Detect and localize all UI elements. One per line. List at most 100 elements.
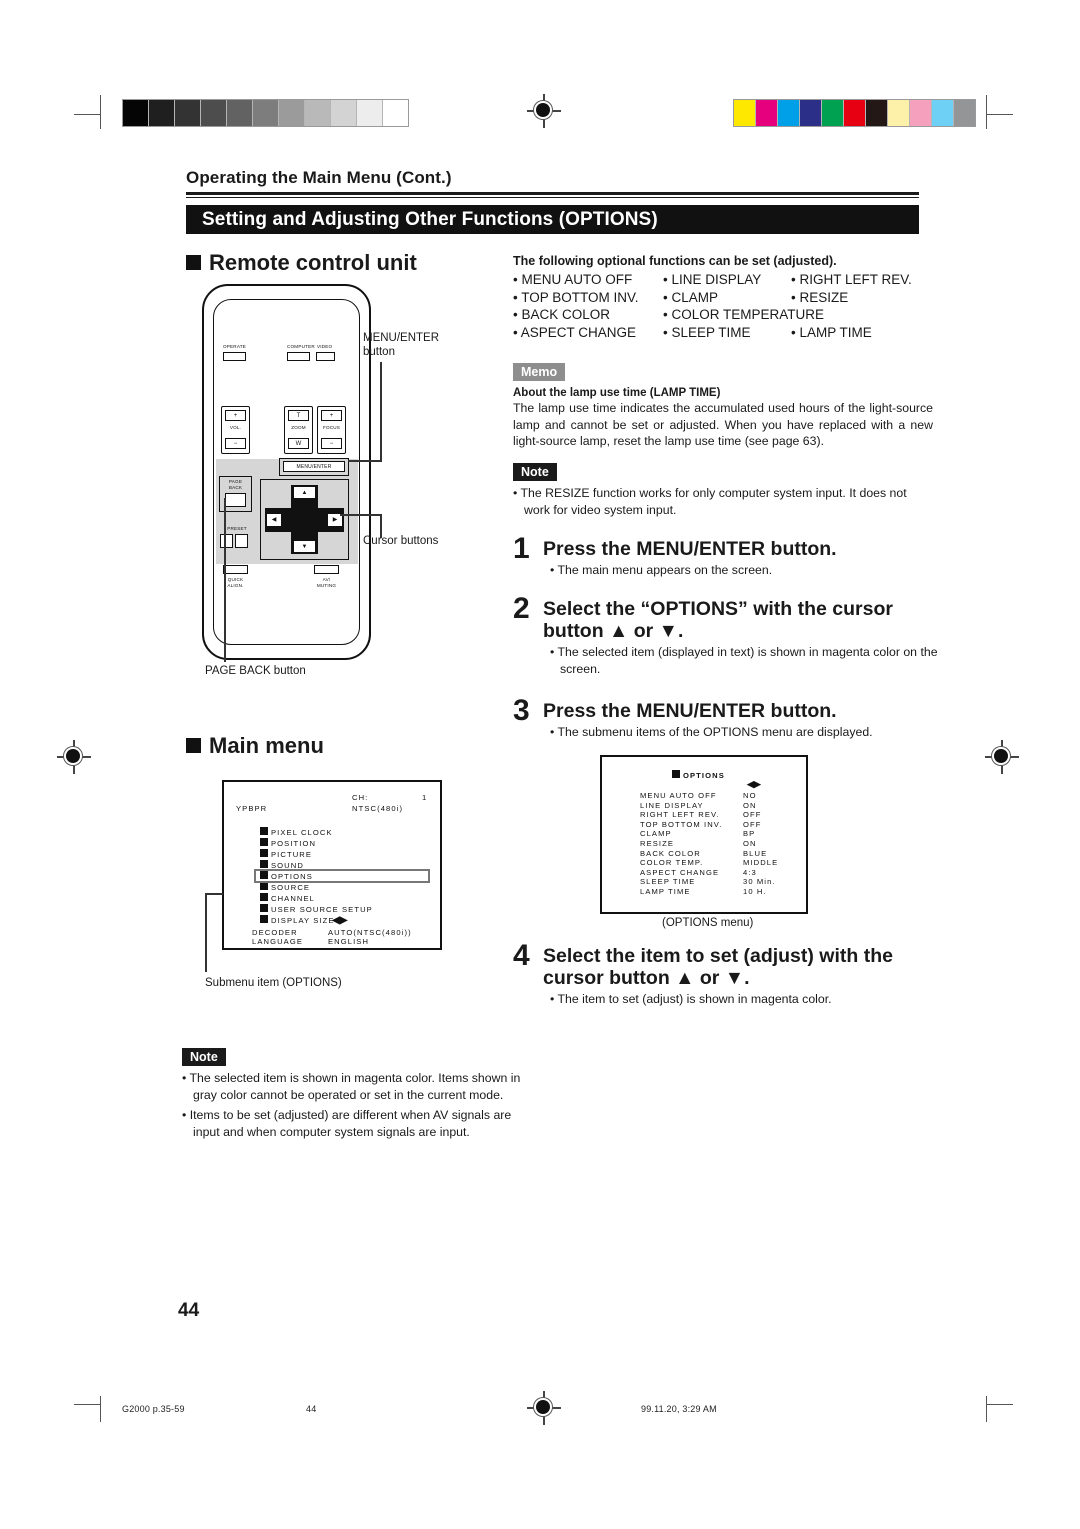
color-swatch-2	[778, 100, 800, 126]
optional-function-item: • CLAMP	[663, 289, 718, 305]
quick-align-button[interactable]	[223, 565, 248, 574]
zoom-t-label: T	[296, 412, 301, 419]
optional-function-item: • COLOR TEMPERATURE	[663, 307, 824, 322]
grey-swatch-6	[279, 100, 305, 126]
optional-function-item: • BACK COLOR	[513, 307, 610, 322]
options-row-value[interactable]: OFF	[743, 810, 761, 819]
leader-cursor-h	[340, 514, 382, 516]
menu-box-icon	[260, 838, 268, 846]
options-row-value[interactable]: 30 Min.	[743, 877, 776, 886]
options-row-label[interactable]: ASPECT CHANGE	[640, 868, 719, 877]
main-menu-item[interactable]: PIXEL CLOCK	[260, 827, 333, 837]
zoom-tele-button[interactable]: T	[288, 410, 309, 421]
main-menu-item[interactable]: POSITION	[260, 838, 316, 848]
callout-menu-enter: MENU/ENTER button	[363, 332, 440, 359]
video-label: VIDEO	[317, 344, 333, 349]
step-1-heading: Press the MENU/ENTER button.	[543, 538, 837, 560]
options-row-value[interactable]: 10 H.	[743, 887, 767, 896]
options-row-label[interactable]: MENU AUTO OFF	[640, 791, 717, 800]
focus-plus-button[interactable]: +	[321, 410, 342, 421]
grey-swatch-8	[331, 100, 357, 126]
main-menu-item[interactable]: DISPLAY SIZE	[260, 915, 335, 925]
header-rule-thick	[186, 192, 919, 195]
grey-swatch-7	[305, 100, 331, 126]
grey-swatch-10	[383, 100, 408, 126]
color-swatch-1	[756, 100, 778, 126]
main-menu-item-label: PIXEL CLOCK	[271, 828, 333, 837]
options-osd-arrows: ◀▶	[747, 779, 761, 789]
main-menu-decoder-value: AUTO(NTSC(480i))	[328, 928, 412, 937]
main-menu-item[interactable]: USER SOURCE SETUP	[260, 904, 373, 914]
step-2-number: 2	[513, 592, 530, 625]
menu-box-icon	[260, 882, 268, 890]
options-row-label[interactable]: COLOR TEMP.	[640, 858, 703, 867]
cursor-down-button[interactable]: ▼	[293, 540, 316, 553]
step-4-number: 4	[513, 939, 530, 972]
operate-button[interactable]	[223, 352, 246, 361]
options-row-value[interactable]: ON	[743, 801, 757, 810]
options-row-value[interactable]: MIDDLE	[743, 858, 778, 867]
heading-main-menu-label: Main menu	[209, 733, 324, 758]
options-row-label[interactable]: SLEEP TIME	[640, 877, 695, 886]
step-4: 4 Select the item to set (adjust) with t…	[513, 941, 945, 1008]
crop-mark-right-lower	[987, 1404, 1013, 1405]
options-row-value[interactable]: ON	[743, 839, 757, 848]
heading-remote-control-unit: Remote control unit	[186, 250, 417, 276]
options-row-value[interactable]: BP	[743, 829, 755, 838]
main-menu-lr-arrows: ◀▶	[332, 915, 348, 926]
options-row-label[interactable]: LAMP TIME	[640, 887, 691, 896]
options-row-label[interactable]: RIGHT LEFT REV.	[640, 810, 720, 819]
crop-mark-left-upper	[74, 114, 100, 115]
av-muting-button[interactable]	[314, 565, 339, 574]
options-row-value[interactable]: NO	[743, 791, 757, 800]
step-3-heading: Press the MENU/ENTER button.	[543, 700, 837, 722]
registration-mark-left	[57, 740, 91, 774]
preset-left-button[interactable]	[220, 534, 233, 548]
page-number: 44	[178, 1300, 200, 1321]
main-menu-item[interactable]: CHANNEL	[260, 893, 315, 903]
video-button[interactable]	[316, 352, 335, 361]
computer-label: COMPUTER	[287, 344, 315, 349]
grey-swatch-2	[175, 100, 201, 126]
computer-button[interactable]	[287, 352, 310, 361]
options-row-value[interactable]: 4:3	[743, 868, 757, 877]
menu-box-icon	[260, 893, 268, 901]
main-menu-language-value: ENGLISH	[328, 937, 370, 946]
cursor-left-button[interactable]: ◀	[266, 513, 282, 527]
cursor-up-button[interactable]: ▲	[293, 486, 316, 499]
options-row-label[interactable]: LINE DISPLAY	[640, 801, 704, 810]
cursor-down-icon: ▼	[301, 543, 308, 550]
preset-right-button[interactable]	[235, 534, 248, 548]
vol-down-button[interactable]: −	[225, 438, 246, 449]
main-menu-item-label: POSITION	[271, 839, 317, 848]
caption-submenu-options: Submenu item (OPTIONS)	[205, 977, 342, 989]
main-menu-item[interactable]: PICTURE	[260, 849, 312, 859]
options-row-label[interactable]: BACK COLOR	[640, 849, 701, 858]
step-4-bullet: • The item to set (adjust) is shown in m…	[550, 992, 832, 1007]
back-label: BACK	[228, 485, 243, 490]
options-row-label[interactable]: TOP BOTTOM INV.	[640, 820, 722, 829]
optional-function-item: • SLEEP TIME	[663, 324, 751, 340]
main-menu-item[interactable]: SOURCE	[260, 882, 310, 892]
cursor-up-icon: ▲	[301, 489, 308, 496]
menu-enter-button[interactable]: MENU/ENTER	[283, 461, 345, 472]
focus-minus-button[interactable]: −	[321, 438, 342, 449]
grey-swatch-4	[227, 100, 253, 126]
vol-up-button[interactable]: +	[225, 410, 246, 421]
optional-function-item: • LAMP TIME	[791, 324, 872, 340]
page-back-button[interactable]	[225, 493, 246, 507]
step-2-bullet: • The selected item (displayed in text) …	[550, 645, 938, 676]
crop-mark-top-left	[100, 95, 101, 129]
running-head: Operating the Main Menu (Cont.)	[186, 168, 452, 187]
options-osd-title-text: OPTIONS	[683, 771, 725, 780]
grey-swatch-5	[253, 100, 279, 126]
options-row-label[interactable]: RESIZE	[640, 839, 674, 848]
options-row-value[interactable]: OFF	[743, 820, 761, 829]
menu-enter-label: MENU/ENTER	[296, 463, 332, 470]
main-menu-language-label: LANGUAGE	[252, 937, 303, 946]
zoom-wide-button[interactable]: W	[288, 438, 309, 449]
options-row-value[interactable]: BLUE	[743, 849, 767, 858]
osd-source-label: YPBPR	[236, 804, 268, 813]
options-row-label[interactable]: CLAMP	[640, 829, 672, 838]
muting-label: MUTING	[316, 583, 337, 588]
